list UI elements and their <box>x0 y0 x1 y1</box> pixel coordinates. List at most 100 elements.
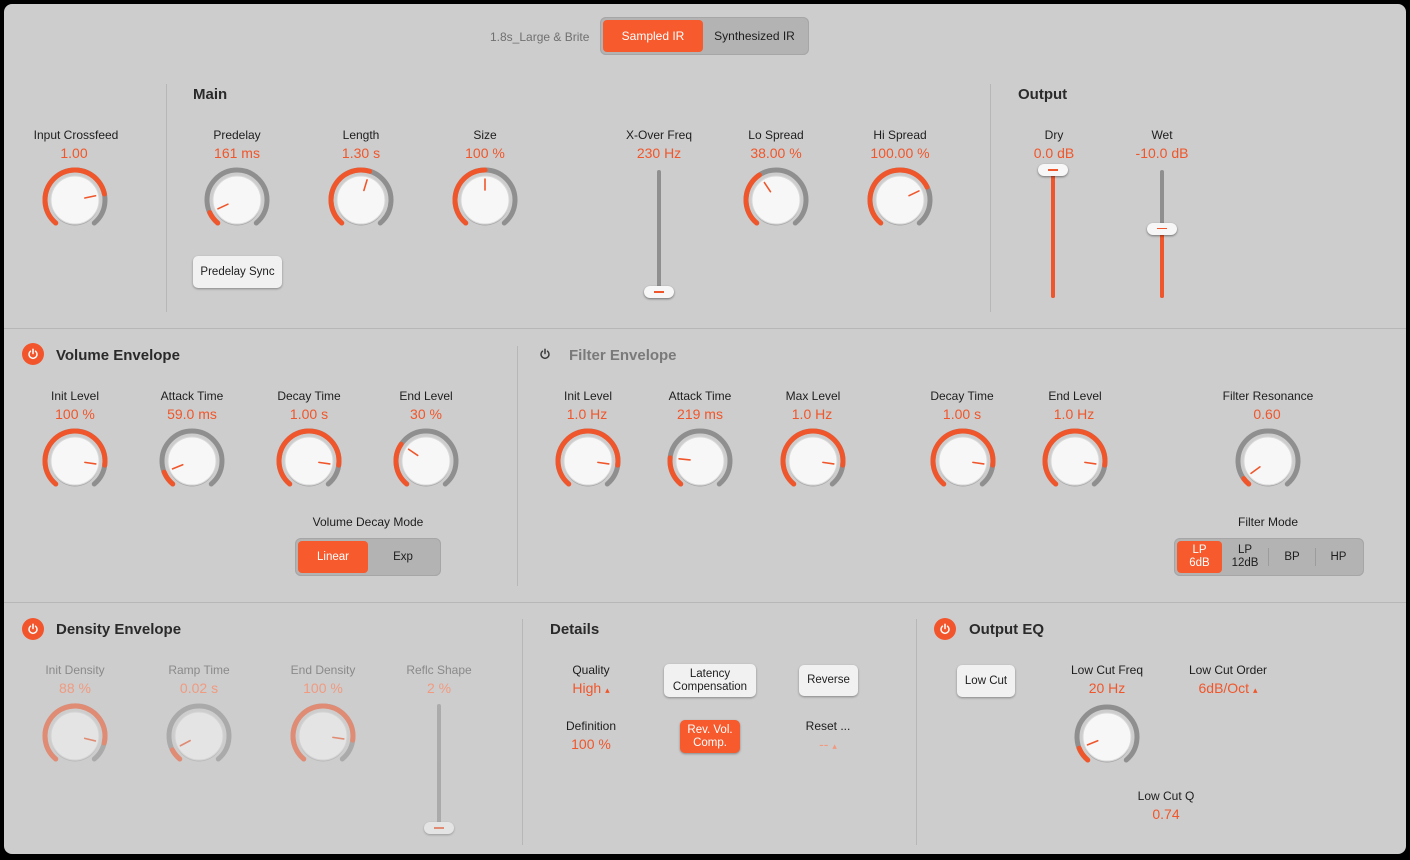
flt-max-level-label: Max Level <box>785 389 841 403</box>
knob-cap <box>938 436 988 486</box>
dry-label: Dry <box>1044 128 1064 142</box>
predelay-knob[interactable] <box>201 164 273 236</box>
reset-label: Reset ... <box>805 719 851 733</box>
filter-mode-hp-button[interactable]: HP <box>1316 541 1361 573</box>
size-value: 100 % <box>465 145 505 161</box>
reset-dropdown[interactable]: -- ▴︎ <box>819 736 837 752</box>
flt-end-level-value: 1.0 Hz <box>1053 406 1095 422</box>
ramp-time-value: 0.02 s <box>179 680 219 696</box>
length-label: Length <box>342 128 380 142</box>
slider-thumb[interactable] <box>1038 164 1068 176</box>
knob-graphic <box>780 428 846 487</box>
filter-envelope-power-button[interactable] <box>534 343 556 365</box>
flt-end-level-knob[interactable] <box>1039 425 1111 497</box>
reflc-shape-slider[interactable] <box>423 704 455 834</box>
revvol-line2: Comp. <box>693 736 727 749</box>
hi-spread-knob[interactable] <box>864 164 936 236</box>
input-crossfeed-label: Input Crossfeed <box>33 128 119 142</box>
knob-cap <box>50 711 100 761</box>
low-cut-button[interactable]: Low Cut <box>957 665 1015 697</box>
low-cut-freq-knob[interactable] <box>1071 701 1143 773</box>
flt-decay-time-knob[interactable] <box>927 425 999 497</box>
length-knob[interactable] <box>325 164 397 236</box>
flt-init-level-knob[interactable] <box>552 425 624 497</box>
flt-max-level-knob[interactable] <box>777 425 849 497</box>
synthesized-ir-button[interactable]: Synthesized IR <box>703 20 806 52</box>
size-label: Size <box>473 128 497 142</box>
vol-end-level-value: 30 % <box>410 406 442 422</box>
density-envelope-power-button[interactable] <box>22 618 44 640</box>
slider-thumb[interactable] <box>1147 222 1177 235</box>
filter-resonance-label: Filter Resonance <box>1222 389 1314 403</box>
filter-mode-lp6-button[interactable]: LP 6dB <box>1177 541 1222 573</box>
sampled-ir-button[interactable]: Sampled IR <box>603 20 703 52</box>
density-envelope-title: Density Envelope <box>56 621 182 638</box>
xover-freq-slider[interactable] <box>643 170 675 298</box>
knob-cap <box>336 175 386 225</box>
knob-fill <box>169 747 183 762</box>
init-density-label: Init Density <box>45 663 105 677</box>
volume-envelope-power-button[interactable] <box>22 343 44 365</box>
flt-max-level-value: 1.0 Hz <box>791 406 833 422</box>
vol-attack-time-knob[interactable] <box>156 425 228 497</box>
filter-mode-lp12-button[interactable]: LP 12dB <box>1222 541 1268 573</box>
vol-decay-time-knob[interactable] <box>273 425 345 497</box>
knob-cap <box>401 436 451 486</box>
lo-spread-value: 38.00 % <box>750 145 802 161</box>
knob-fill <box>1241 476 1252 487</box>
ramp-time-label: Ramp Time <box>168 663 230 677</box>
knob-cap <box>788 436 838 486</box>
flt-init-level-value: 1.0 Hz <box>566 406 608 422</box>
slider-thumb[interactable] <box>424 822 454 834</box>
rev-vol-comp-button[interactable]: Rev. Vol. Comp. <box>680 720 740 753</box>
low-cut-freq-value: 20 Hz <box>1088 680 1126 696</box>
quality-dropdown[interactable]: High ▴︎ <box>572 680 609 696</box>
filter-resonance-knob[interactable] <box>1232 425 1304 497</box>
definition-value: 100 % <box>571 736 611 752</box>
wet-slider[interactable] <box>1146 170 1178 298</box>
input-crossfeed-knob[interactable] <box>39 164 111 236</box>
knob-graphic <box>867 167 933 226</box>
wet-value: -10.0 dB <box>1135 145 1189 161</box>
vol-end-level-knob[interactable] <box>390 425 462 497</box>
reflc-shape-label: Reflc Shape <box>406 663 472 677</box>
init-density-knob[interactable] <box>39 700 111 772</box>
wet-label: Wet <box>1151 128 1173 142</box>
filter-mode-bp-button[interactable]: BP <box>1269 541 1315 573</box>
slider-fill <box>1051 170 1055 298</box>
low-cut-order-value: 6dB/Oct <box>1198 680 1250 696</box>
vol-init-level-knob[interactable] <box>39 425 111 497</box>
output-section-title: Output <box>1018 86 1068 103</box>
ramp-time-knob[interactable] <box>163 700 235 772</box>
power-icon <box>940 623 950 635</box>
knob-graphic <box>1235 428 1301 487</box>
knob-cap <box>563 436 613 486</box>
decay-mode-exp-button[interactable]: Exp <box>368 541 438 573</box>
decay-mode-linear-button[interactable]: Linear <box>298 541 368 573</box>
low-cut-order-dropdown[interactable]: 6dB/Oct ▴︎ <box>1198 680 1257 696</box>
divider <box>4 602 1406 603</box>
dry-slider[interactable] <box>1037 164 1069 298</box>
reverse-button[interactable]: Reverse <box>799 665 858 696</box>
vol-attack-time-value: 59.0 ms <box>167 406 217 422</box>
latency-compensation-button[interactable]: Latency Compensation <box>664 664 756 697</box>
ir-mode-segmented: Sampled IR Synthesized IR <box>600 17 809 55</box>
end-density-knob[interactable] <box>287 700 359 772</box>
input-crossfeed-value: 1.00 <box>60 145 88 161</box>
divider <box>522 619 523 845</box>
divider <box>4 328 1406 329</box>
filter-resonance-value: 0.60 <box>1253 406 1281 422</box>
output-eq-power-button[interactable] <box>934 618 956 640</box>
filter-mode-segmented: LP 6dB LP 12dB BP HP <box>1174 538 1364 576</box>
low-cut-q-label: Low Cut Q <box>1137 789 1195 803</box>
slider-thumb[interactable] <box>644 286 674 298</box>
knob-graphic <box>743 167 809 226</box>
size-knob[interactable] <box>449 164 521 236</box>
flt-attack-time-knob[interactable] <box>664 425 736 497</box>
lo-spread-knob[interactable] <box>740 164 812 236</box>
knob-fill <box>207 210 221 226</box>
knob-cap <box>1050 436 1100 486</box>
slider-track <box>437 704 441 834</box>
dry-value: 0.0 dB <box>1033 145 1075 161</box>
predelay-sync-button[interactable]: Predelay Sync <box>193 256 282 288</box>
